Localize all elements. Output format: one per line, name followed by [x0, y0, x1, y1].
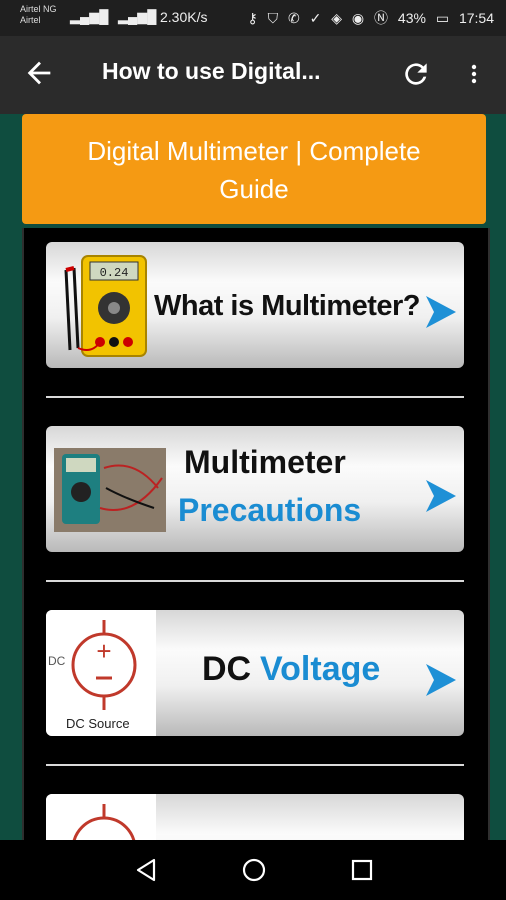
- back-arrow-icon[interactable]: [22, 56, 56, 90]
- chevron-right-icon: [426, 664, 456, 696]
- precautions-image-icon: [54, 448, 166, 532]
- page-title: How to use Digital...: [102, 58, 321, 84]
- list-item-partial[interactable]: [46, 794, 464, 840]
- nav-back-icon[interactable]: [132, 856, 160, 884]
- dc-side-label: DC: [48, 654, 66, 668]
- refresh-icon[interactable]: [400, 58, 432, 90]
- item-label-line2: Precautions: [178, 492, 362, 528]
- key-icon: ⚷: [247, 10, 258, 26]
- list-item-dc-voltage[interactable]: + DC DC Source DC Voltage: [46, 610, 464, 736]
- carrier-info: Airtel NG Airtel: [20, 4, 57, 26]
- check-icon: ✓: [309, 10, 322, 26]
- battery-percent: 43%: [397, 10, 426, 26]
- list-item-what-is-multimeter[interactable]: 0.24 What is Multimeter?: [46, 242, 464, 368]
- more-vert-icon[interactable]: [462, 58, 486, 90]
- svg-text:+: +: [96, 636, 111, 666]
- messenger-icon: ✆: [287, 10, 300, 26]
- signal-icon: ▂▄▆█: [118, 9, 157, 24]
- source-symbol-icon: [72, 804, 136, 840]
- network-speed: 2.30K/s: [160, 9, 208, 25]
- app-bar: How to use Digital...: [0, 36, 506, 114]
- guide-header: Digital Multimeter | Complete Guide: [22, 114, 486, 224]
- dc-source-image: + DC DC Source: [46, 610, 156, 736]
- ac-source-image: [46, 794, 156, 840]
- carrier-primary: Airtel NG: [20, 4, 57, 14]
- multimeter-image-icon: 0.24: [64, 255, 147, 357]
- signal-icon: ▂▄▆█: [70, 9, 109, 24]
- diamond-icon: ◈: [331, 10, 343, 26]
- divider: [46, 580, 464, 582]
- shield-icon: ⛉: [267, 10, 279, 26]
- item-label: What is Multimeter?: [154, 290, 421, 322]
- item-label-part2: Voltage: [260, 650, 381, 688]
- list-item-multimeter-precautions[interactable]: Multimeter Precautions: [46, 426, 464, 552]
- clock: 17:54: [458, 10, 494, 26]
- signal-icons: ▂▄▆█ ▂▄▆█: [70, 9, 156, 25]
- status-bar: Airtel NG Airtel ▂▄▆█ ▂▄▆█ 2.30K/s ⚷ ⛉ ✆…: [0, 0, 506, 36]
- topic-list: 0.24 What is Multimeter? Multimeter Prec…: [22, 228, 490, 840]
- divider: [46, 764, 464, 766]
- guide-header-line1: Digital Multimeter | Complete: [87, 136, 421, 166]
- nfc-icon: Ⓝ: [374, 10, 389, 26]
- eye-icon: ◉: [351, 10, 365, 26]
- dc-source-caption: DC Source: [66, 716, 130, 731]
- nav-home-icon[interactable]: [240, 856, 268, 884]
- battery-icon: ▭: [435, 10, 450, 26]
- divider: [46, 396, 464, 398]
- nav-recents-icon[interactable]: [348, 856, 376, 884]
- item-label-line1: Multimeter: [184, 444, 346, 480]
- navigation-bar: [0, 840, 506, 900]
- item-label-part1: DC: [202, 650, 252, 688]
- svg-text:0.24: 0.24: [100, 266, 129, 280]
- status-right: ⚷ ⛉ ✆ ✓ ◈ ◉ Ⓝ 43% ▭ 17:54: [241, 8, 494, 28]
- chevron-right-icon: [426, 296, 456, 328]
- carrier-secondary: Airtel: [20, 15, 41, 25]
- guide-header-line2: Guide: [219, 174, 289, 204]
- dc-source-icon: +: [71, 620, 137, 710]
- chevron-right-icon: [426, 480, 456, 512]
